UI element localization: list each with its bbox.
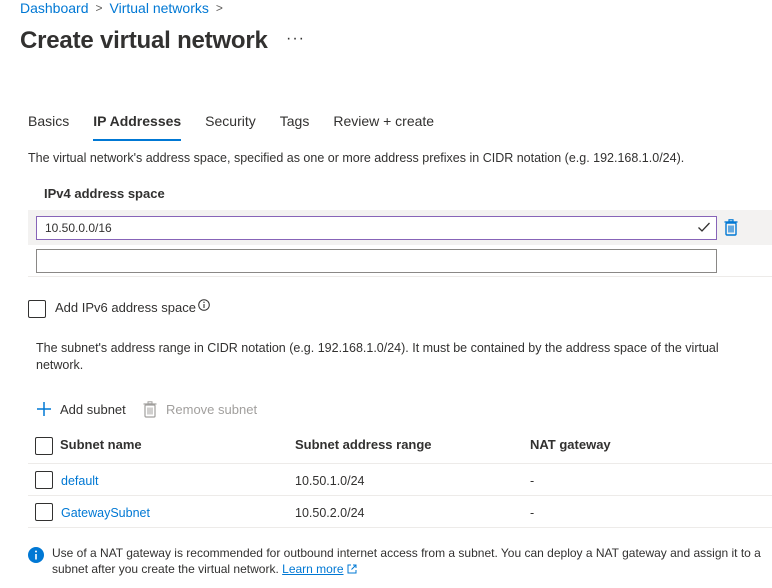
delete-icon[interactable] (724, 219, 738, 236)
info-icon[interactable] (198, 299, 210, 311)
address-space-description: The virtual network's address space, spe… (28, 151, 685, 165)
ipv4-address-space-label: IPv4 address space (44, 186, 165, 201)
info-icon (28, 547, 44, 563)
page-title: Create virtual network (20, 27, 268, 54)
subnet-address-range: 10.50.2.0/24 (295, 506, 365, 520)
ipv4-address-input[interactable] (36, 216, 717, 240)
ipv4-address-new-input[interactable] (36, 249, 717, 273)
tab-tags[interactable]: Tags (280, 110, 310, 138)
subnet-description: The subnet's address range in CIDR notat… (36, 341, 719, 372)
tab-basics[interactable]: Basics (28, 110, 69, 138)
info-message-text: Use of a NAT gateway is recommended for … (52, 546, 761, 576)
more-options-button[interactable]: ··· (286, 30, 305, 48)
info-text: Use of a NAT gateway is recommended for … (52, 545, 762, 577)
add-subnet-label: Add subnet (60, 401, 126, 417)
select-all-checkbox[interactable] (35, 437, 53, 455)
breadcrumb-separator-icon: > (95, 1, 103, 15)
subnet-address-range: 10.50.1.0/24 (295, 474, 365, 488)
breadcrumb: Dashboard > Virtual networks > (20, 0, 230, 16)
row-checkbox[interactable] (35, 503, 53, 521)
divider (28, 463, 772, 464)
subnet-name-link[interactable]: default (61, 474, 99, 488)
subnet-nat-gateway: - (530, 474, 535, 488)
divider (28, 495, 772, 496)
subnet-nat-gateway: - (530, 506, 535, 520)
ipv6-checkbox[interactable] (28, 300, 46, 318)
divider (28, 276, 772, 277)
breadcrumb-virtual-networks-link[interactable]: Virtual networks (110, 0, 209, 16)
column-header-nat-gateway[interactable]: NAT gateway (530, 437, 611, 452)
trash-icon (143, 401, 157, 418)
tab-bar: Basics IP Addresses Security Tags Review… (28, 110, 458, 141)
add-subnet-button[interactable]: Add subnet (36, 401, 126, 417)
external-link-icon (347, 564, 357, 574)
breadcrumb-dashboard-link[interactable]: Dashboard (20, 0, 89, 16)
tab-security[interactable]: Security (205, 110, 256, 138)
column-header-address-range[interactable]: Subnet address range (295, 437, 432, 452)
breadcrumb-separator-icon: > (215, 1, 223, 15)
checkmark-icon (698, 222, 710, 232)
subnet-name-link[interactable]: GatewaySubnet (61, 506, 150, 520)
column-header-subnet-name[interactable]: Subnet name (60, 437, 142, 452)
divider (28, 527, 772, 528)
ipv6-label: Add IPv6 address space (55, 300, 196, 315)
tab-review-create[interactable]: Review + create (333, 110, 434, 138)
remove-subnet-button: Remove subnet (143, 401, 257, 418)
row-checkbox[interactable] (35, 471, 53, 489)
learn-more-link[interactable]: Learn more (282, 562, 343, 576)
plus-icon (37, 402, 51, 416)
remove-subnet-label: Remove subnet (166, 402, 258, 417)
tab-ip-addresses[interactable]: IP Addresses (93, 110, 181, 141)
